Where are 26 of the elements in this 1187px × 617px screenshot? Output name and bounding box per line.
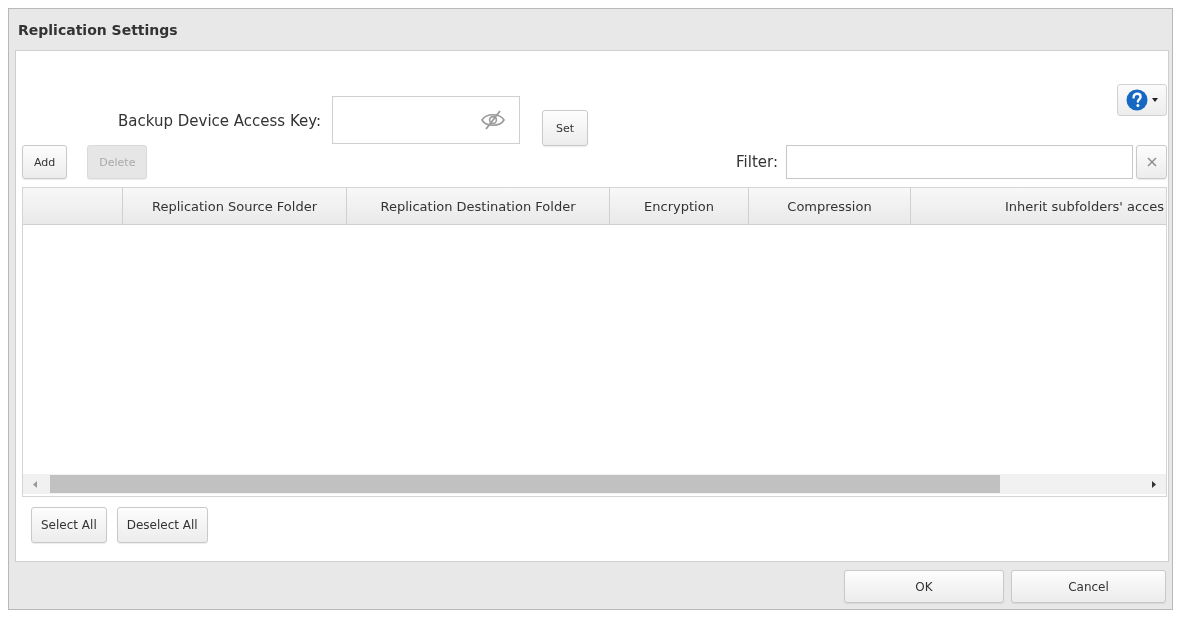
ok-button[interactable]: OK (844, 570, 1004, 603)
filter-field[interactable] (786, 145, 1133, 179)
select-all-button[interactable]: Select All (31, 507, 107, 543)
horizontal-scrollbar[interactable] (23, 474, 1166, 494)
field-label: Backup Device Access Key: (118, 112, 322, 130)
scroll-left-icon[interactable] (33, 480, 37, 488)
window-title: Replication Settings (18, 21, 178, 38)
help-button[interactable] (1117, 84, 1167, 116)
help-icon (1126, 89, 1148, 111)
clear-button[interactable] (1136, 145, 1167, 179)
column-header[interactable]: Compression (749, 188, 911, 224)
scrollbar-thumb[interactable] (50, 475, 1000, 493)
add-button[interactable]: Add (22, 145, 68, 179)
scroll-right-icon[interactable] (1152, 480, 1156, 488)
deselect-all-button[interactable]: Deselect All (116, 507, 208, 543)
cancel-button[interactable]: Cancel (1011, 570, 1166, 603)
filter-label: Filter: (736, 153, 778, 171)
column-header[interactable]: Encryption (610, 188, 749, 224)
column-header[interactable]: Replication Source Folder (123, 188, 347, 224)
caret-icon (1152, 98, 1158, 102)
column-header[interactable]: Inherit subfolders' acces (911, 188, 1166, 224)
set-button[interactable]: Set (542, 110, 589, 146)
column-header[interactable]: Replication Destination Folder (347, 188, 610, 224)
eye-slash-icon (481, 110, 506, 130)
close-icon (1146, 157, 1157, 167)
password-field[interactable] (332, 96, 521, 144)
